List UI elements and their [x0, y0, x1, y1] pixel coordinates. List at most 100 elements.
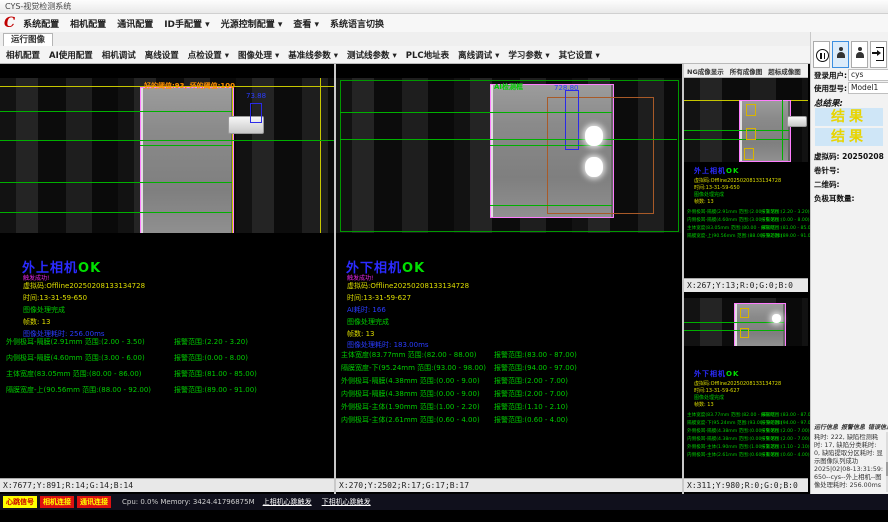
frame-count: 帧数: 13 [23, 317, 51, 327]
ng-top-panel: NG成像显示 所有成像图 超标成像图 外上相机OK 虚拟码:Offline202… [684, 64, 808, 292]
pin-number-label: 卷针号: [814, 165, 840, 176]
left-camera-image[interactable]: 73.88 好的阈值:93, 坏的阈值:100 [0, 78, 334, 233]
tool-other-settings[interactable]: 其它设置 ▾ [559, 49, 600, 61]
ng-tab-all-images[interactable]: 所有成像图 [730, 66, 763, 76]
pixel-coordinate-bar: X:267;Y:13;R:0;G:0;B:0 [684, 278, 808, 292]
camera-name: 外下相机 [694, 369, 726, 378]
measurement-row: 隔膜宽度-上(90.56mm 范围:(88.00 - 92.00) 报警范围:(… [687, 233, 782, 239]
frame-count: 帧数: 13 [694, 198, 714, 205]
ai-roi-label: AI检测框 [494, 82, 523, 92]
virtual-code: 虚拟码:Offline20250208133134728 [694, 380, 781, 387]
tool-image-process[interactable]: 图像处理 ▾ [238, 49, 279, 61]
virtual-code: 虚拟码:Offline20250208133134728 [694, 177, 781, 184]
alarm-text: 报警范围:(2.00 - 7.00) [761, 436, 810, 442]
menu-language-switch[interactable]: 系统语言切换 [330, 17, 384, 30]
ng-tab-display[interactable]: NG成像显示 [687, 66, 724, 76]
measure-text: 外侧极耳-主体(1.90mm 范围:(1.00 - 2.20) [341, 403, 480, 411]
bright-tab-blob [772, 314, 781, 323]
process-done: 图像处理完成 [694, 394, 724, 401]
info-tab-error[interactable]: 错误信息 [868, 422, 888, 431]
operator-button[interactable] [851, 41, 868, 68]
yellow-line [232, 86, 233, 233]
exit-door-icon [873, 47, 885, 62]
annotation-box [746, 104, 756, 116]
menu-camera-config[interactable]: 相机配置 [70, 17, 106, 30]
measurement-row: 主体宽度(83.77mm 范围:(82.00 - 88.00) 报警范围:(83… [341, 350, 677, 360]
measurement-row: 内侧极耳-主体(2.61mm 范围:(0.60 - 4.00) 报警范围:(0.… [341, 415, 677, 425]
camera-result-title: 外上相机OK [694, 166, 739, 176]
measurement-row: 内侧极耳-隔膜(4.60mm 范围:(3.00 - 6.00) 报警范围:(0.… [687, 217, 778, 223]
menu-light-config[interactable]: 光源控制配置 ▾ [221, 17, 283, 30]
green-line [684, 322, 784, 323]
frame-count: 帧数: 13 [347, 329, 375, 339]
tool-camera-debug[interactable]: 相机调试 [102, 49, 136, 61]
left-camera-panel: 73.88 好的阈值:93, 坏的阈值:100 外上相机OK 触发成功! 虚拟码… [0, 64, 334, 494]
user-icon [856, 47, 864, 63]
tool-testline-params[interactable]: 测试线参数 ▾ [347, 49, 397, 61]
measure-text: 外侧极耳-隔膜(2.91mm 范围:(2.00 - 3.50) [6, 338, 145, 346]
measurement-row: 隔膜宽度-下(95.24mm 范围:(93.00 - 98.00) 报警范围:(… [341, 363, 677, 373]
app-logo-icon: C [4, 15, 15, 31]
menu-comm-config[interactable]: 通讯配置 [117, 17, 153, 30]
alarm-text: 报警范围:(0.60 - 4.00) [494, 415, 568, 425]
annotation-box [744, 148, 754, 160]
tool-offline-debug[interactable]: 离线调试 ▾ [458, 49, 499, 61]
alarm-text: 报警范围:(81.00 - 85.00) [761, 225, 815, 231]
tab-connector [787, 116, 807, 127]
capture-time: 时间:13-31-59-650 [694, 184, 740, 191]
status-bar: 心跳信号 相机连接 通讯连接 Cpu: 0.0% Memory: 3424.41… [0, 494, 888, 510]
pixel-coordinate-bar: X:270;Y:2502;R:17;G:17;B:17 [336, 478, 682, 492]
alarm-text: 报警范围:(1.10 - 2.10) [494, 402, 568, 412]
tool-learn-params[interactable]: 学习参数 ▾ [508, 49, 549, 61]
tab-run-image[interactable]: 运行图像 [3, 33, 53, 47]
pause-button[interactable] [813, 41, 830, 68]
measurement-row: 主体宽度(83.05mm 范围:(80.00 - 86.00) 报警范围:(81… [6, 369, 328, 379]
heartbeat-badge: 心跳信号 [3, 496, 37, 508]
ok-status: OK [78, 261, 101, 276]
negative-tab-count-label: 负极耳数量: [814, 193, 855, 204]
model-label: 使用型号: [814, 83, 847, 94]
tabstrip: 运行图像 [0, 32, 888, 47]
virtual-code: 虚拟码:Offline20250208133134728 [23, 281, 145, 291]
ng-tab-over-limit[interactable]: 超标成像图 [768, 66, 801, 76]
tool-baseline-params[interactable]: 基准线参数 ▾ [288, 49, 338, 61]
ng-top-image[interactable] [684, 78, 808, 162]
orange-roi-box [547, 97, 654, 214]
alarm-text: 报警范围:(0.00 - 8.00) [761, 217, 810, 223]
threshold-label: 好的阈值:93, 坏的阈值:100 [144, 81, 235, 91]
menu-robot-config[interactable]: ID手配置 ▾ [164, 17, 209, 30]
blue-measure-box [565, 90, 579, 150]
tool-ai-use-config[interactable]: AI使用配置 [49, 49, 93, 61]
middle-camera-panel: AI检测框 728.80 外下相机OK 触发成功! 虚拟码:Offline202… [336, 64, 682, 494]
process-done: 图像处理完成 [23, 305, 65, 315]
lower-camera-trigger-link[interactable]: 下相机心跳触发 [322, 497, 371, 507]
alarm-text: 报警范围:(83.00 - 87.00) [494, 350, 577, 360]
tool-camera-config[interactable]: 相机配置 [6, 49, 40, 61]
info-tab-alarm[interactable]: 报警信息 [841, 422, 865, 431]
tool-offline-settings[interactable]: 离线设置 [145, 49, 179, 61]
app-window: CYS-视觉检测系统 C 系统配置 相机配置 通讯配置 ID手配置 ▾ 光源控制… [0, 0, 888, 522]
alarm-text: 报警范围:(89.00 - 91.00) [174, 385, 257, 395]
alarm-text: 报警范围:(83.00 - 87.00) [761, 412, 815, 418]
measure-value-label: 73.88 [246, 92, 266, 100]
process-done: 图像处理完成 [347, 317, 389, 327]
menu-view[interactable]: 查看 ▾ [293, 17, 319, 30]
switch-user-button[interactable] [832, 41, 849, 68]
model-value: Model1 [848, 82, 888, 94]
tool-plc-address[interactable]: PLC地址表 [406, 49, 449, 61]
measurement-row: 外侧极耳-隔膜(2.91mm 范围:(2.00 - 3.50) 报警范围:(2.… [687, 209, 778, 215]
tool-spot-check[interactable]: 点检设置 ▾ [188, 49, 229, 61]
measure-value-label: 728.80 [554, 84, 579, 92]
right-sidebar: 登录用户: cys 使用型号: Model1 总结果: 结果 结果 虚拟码: 2… [810, 32, 888, 494]
window-titlebar: CYS-视觉检测系统 [0, 0, 888, 14]
exit-button[interactable] [870, 41, 887, 68]
upper-camera-trigger-link[interactable]: 上相机心跳触发 [263, 497, 312, 507]
green-line [0, 182, 232, 183]
info-tab-run[interactable]: 运行信息 [814, 422, 838, 431]
info-tabstrip: 运行信息 报警信息 错误信息 [814, 422, 888, 431]
middle-camera-image[interactable]: AI检测框 728.80 [336, 78, 682, 233]
measurement-row: 隔膜宽度-上(90.56mm 范围:(88.00 - 92.00) 报警范围:(… [6, 385, 328, 395]
menu-system-config[interactable]: 系统配置 [23, 17, 59, 30]
ng-bottom-image[interactable] [684, 298, 808, 346]
login-user-value: cys [848, 69, 888, 81]
